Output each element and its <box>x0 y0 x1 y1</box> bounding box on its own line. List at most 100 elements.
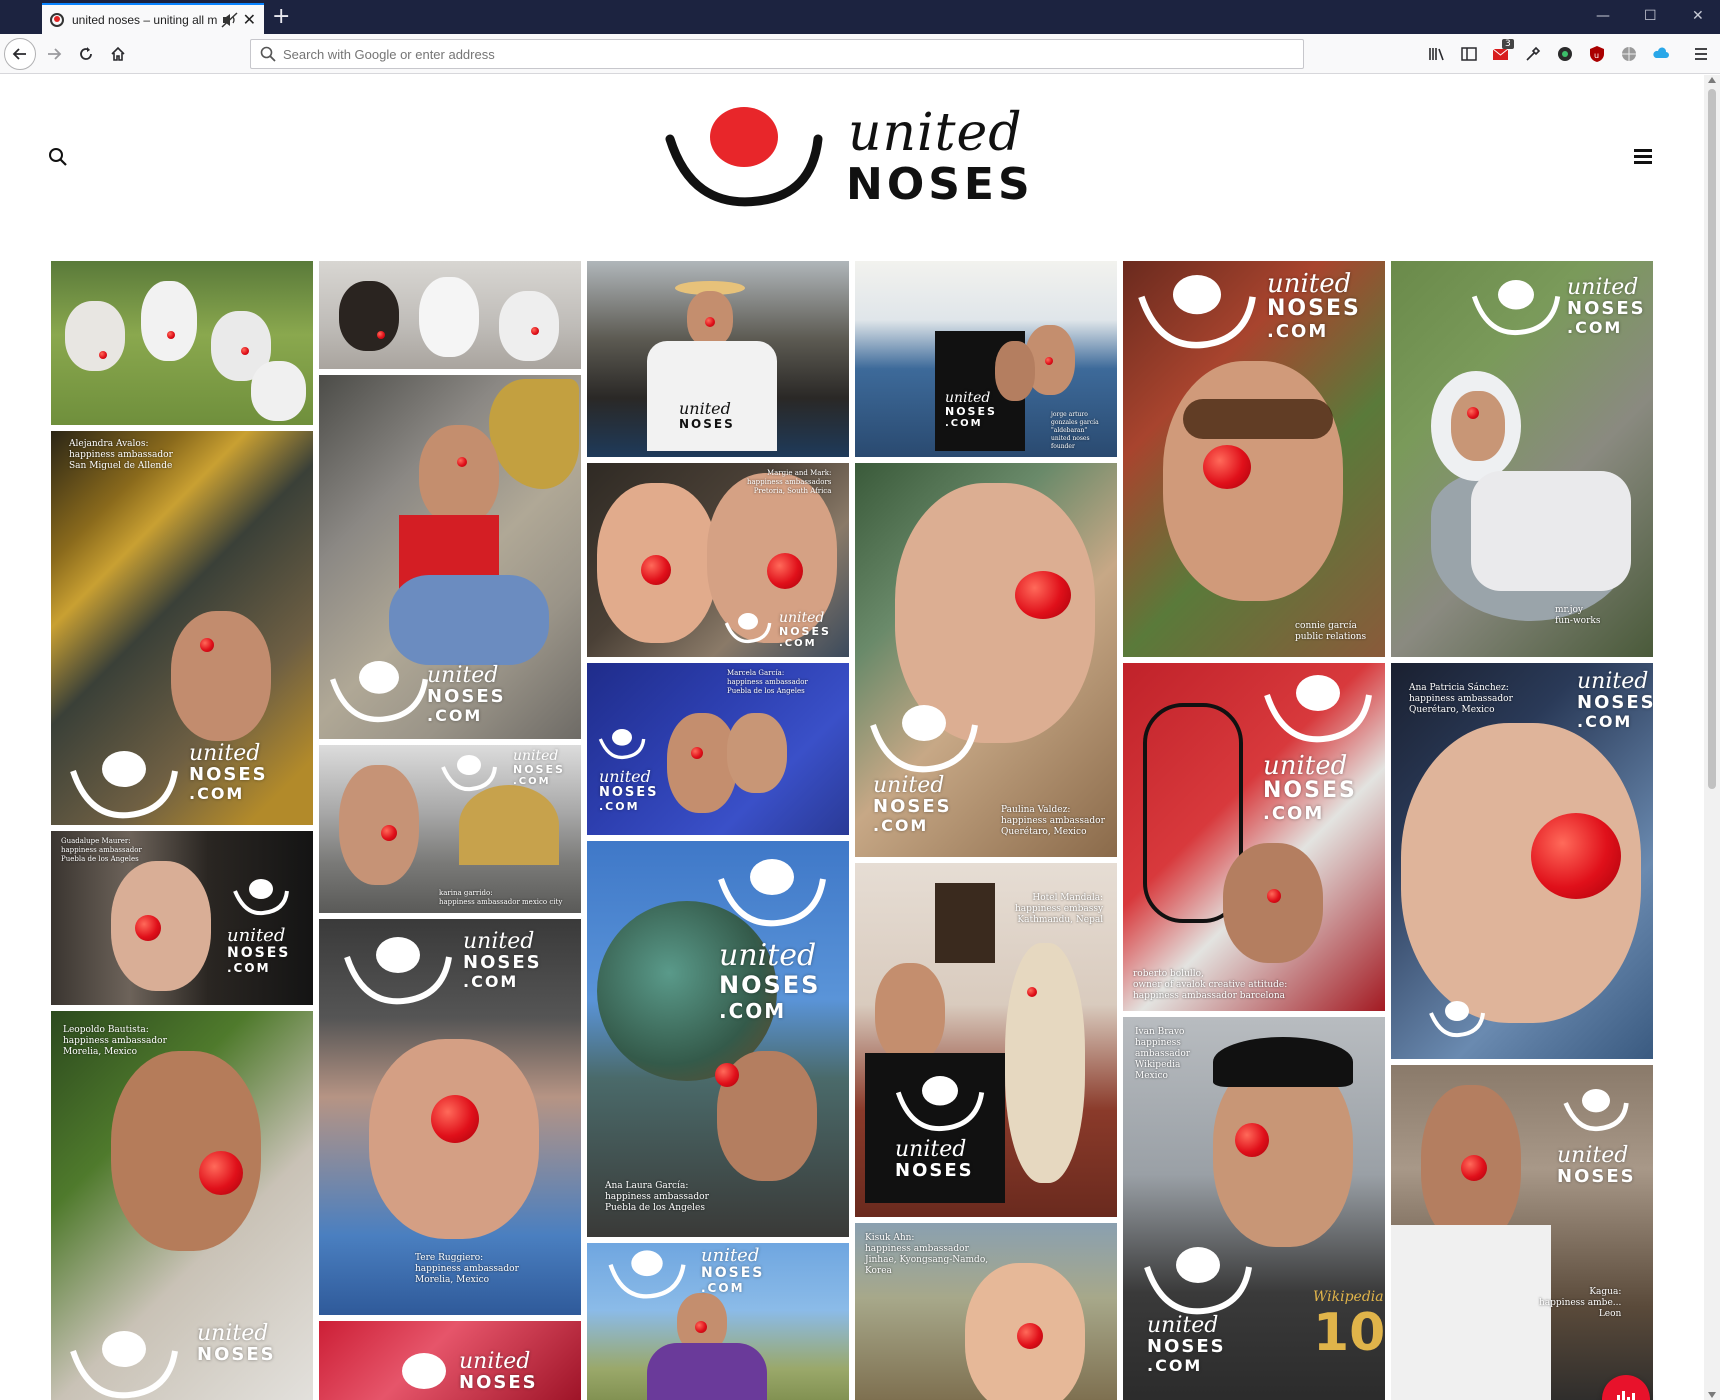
united-noses-watermark-icon <box>70 1331 178 1399</box>
web-page: united NOSES Alejandra Avalos: happiness… <box>0 75 1704 1400</box>
watermark-text: united NOSES <box>895 1137 974 1181</box>
library-icon[interactable] <box>1428 45 1446 63</box>
united-noses-watermark-icon <box>1563 1089 1629 1132</box>
photo-tile-ivan[interactable]: Ivan Bravo happiness ambassador Wikipedi… <box>1123 1017 1385 1400</box>
photo-tile-mrjoy[interactable]: mr.joy fun-works united NOSES .COM <box>1391 261 1653 657</box>
photo-tile-red[interactable]: united NOSES <box>319 1321 581 1400</box>
navigation-toolbar: 3 u <box>0 34 1720 74</box>
photo-tile-jorge[interactable]: united NOSES .COM jorge arturo gonzales … <box>855 261 1117 457</box>
caption-roberto: roberto bolullo, owner of avalok creativ… <box>1133 969 1288 1001</box>
new-tab-icon[interactable]: + <box>272 4 290 30</box>
caption-mrjoy: mr.joy fun-works <box>1555 605 1601 626</box>
photo-tile-tere[interactable]: Tere Ruggiero: happiness ambassador More… <box>319 919 581 1315</box>
scroll-down-icon[interactable] <box>1708 1392 1716 1398</box>
photo-tile-marcela[interactable]: Marcela García: happiness ambassador Pue… <box>587 663 849 835</box>
home-icon <box>111 46 125 61</box>
united-noses-watermark-icon <box>344 937 452 1005</box>
site-search-icon[interactable] <box>48 147 68 167</box>
photo-tile-kisuk[interactable]: Kisuk Ahn: happiness ambassador Jinhae, … <box>855 1223 1117 1400</box>
united-noses-watermark-icon <box>70 751 178 819</box>
red-nose-smile-logo-icon <box>665 107 823 207</box>
scroll-up-icon[interactable] <box>1708 77 1716 83</box>
eyedropper-icon[interactable] <box>1524 45 1542 63</box>
photo-tile-group[interactable] <box>51 261 313 425</box>
cloud-extension-icon[interactable] <box>1652 45 1670 63</box>
extension-badge-button[interactable]: 3 <box>1492 39 1514 63</box>
photo-tile-paulina[interactable]: Paulina Valdez: happiness ambassador Que… <box>855 463 1117 857</box>
forward-button[interactable] <box>38 38 70 70</box>
maximize-icon[interactable]: ☐ <box>1644 6 1657 26</box>
caption-guadalupe: Guadalupe Maurer: happiness ambassador P… <box>61 837 142 863</box>
photo-tile-alejandra[interactable]: Alejandra Avalos: happiness ambassador S… <box>51 431 313 825</box>
photo-tile-ana-laura[interactable]: Ana Laura García: happiness ambassador P… <box>587 841 849 1237</box>
browser-menu-icon[interactable] <box>1692 45 1710 63</box>
photo-tile-roberto[interactable]: roberto bolullo, owner of avalok creativ… <box>1123 663 1385 1011</box>
caption-ana-laura: Ana Laura García: happiness ambassador P… <box>605 1181 709 1213</box>
caption-hotel-mandala: Hotel Mandala: happiness embassy Kathman… <box>1015 893 1104 925</box>
watermark-text: united NOSES .COM <box>1567 275 1646 337</box>
extension-circle-icon[interactable] <box>1556 45 1574 63</box>
shirt-logo-text: united NOSES <box>679 399 735 432</box>
caption-karina: karina garrido: happiness ambassador mex… <box>439 889 563 906</box>
watermark-text: united NOSES .COM <box>873 773 952 835</box>
united-noses-watermark-icon <box>233 879 289 916</box>
mute-tab-icon[interactable] <box>221 11 239 28</box>
caption-paulina: Paulina Valdez: happiness ambassador Que… <box>1001 805 1105 837</box>
scroll-thumb[interactable] <box>1708 89 1716 789</box>
watermark-text: united NOSES .COM <box>1147 1313 1226 1375</box>
wikipedia-ten-text: 10 <box>1313 1303 1385 1363</box>
watermark-text: united NOSES <box>1557 1143 1636 1187</box>
caption-ana-patricia: Ana Patricia Sánchez: happiness ambassad… <box>1409 683 1513 715</box>
watermark-text: united NOSES .COM <box>719 938 821 1024</box>
photo-tile-karina[interactable]: karina garrido: happiness ambassador mex… <box>319 745 581 913</box>
united-noses-watermark-icon <box>441 755 497 792</box>
watermark-text: united NOSES .COM <box>513 748 565 787</box>
site-logo[interactable]: united NOSES <box>662 99 1042 210</box>
photo-tile-hiker[interactable]: united NOSES .COM <box>587 1243 849 1400</box>
united-noses-watermark-icon <box>1144 1247 1252 1315</box>
united-noses-watermark-icon <box>870 705 978 773</box>
home-button[interactable] <box>102 38 134 70</box>
united-noses-watermark-icon <box>724 613 772 644</box>
browser-tab[interactable]: united noses – uniting all m ✕ <box>42 3 264 34</box>
ublock-shield-icon[interactable]: u <box>1588 45 1606 63</box>
page-scrollbar[interactable] <box>1704 75 1720 1400</box>
address-bar[interactable] <box>250 39 1304 69</box>
back-button[interactable] <box>4 38 36 70</box>
equalizer-icon <box>1617 1391 1635 1400</box>
caption-alejandra: Alejandra Avalos: happiness ambassador S… <box>69 439 173 471</box>
watermark-text: united NOSES .COM <box>1577 669 1653 731</box>
hamburger-icon-bar <box>1634 149 1652 152</box>
caption-margie: Margie and Mark: happiness ambassadors P… <box>747 469 832 495</box>
photo-tile-guadalupe[interactable]: Guadalupe Maurer: happiness ambassador P… <box>51 831 313 1005</box>
browser-titlebar: united noses – uniting all m ✕ + — ☐ ✕ <box>0 0 1720 34</box>
site-menu-button[interactable] <box>1634 149 1652 165</box>
united-noses-watermark-icon <box>718 859 826 927</box>
back-arrow-icon <box>12 48 26 60</box>
hamburger-icon-bar <box>1634 161 1652 164</box>
window-close-icon[interactable]: ✕ <box>1692 6 1704 26</box>
search-icon <box>260 46 276 62</box>
watermark-text: united NOSES .COM <box>427 663 506 725</box>
url-input[interactable] <box>283 46 1303 62</box>
watermark-text: united NOSES .COM <box>701 1245 765 1296</box>
caption-tere: Tere Ruggiero: happiness ambassador More… <box>415 1253 519 1285</box>
sidebar-icon[interactable] <box>1460 45 1478 63</box>
globe-extension-icon[interactable] <box>1620 45 1638 63</box>
photo-tile-hotel-mandala[interactable]: Hotel Mandala: happiness embassy Kathman… <box>855 863 1117 1217</box>
photo-tile-ana-patricia[interactable]: Ana Patricia Sánchez: happiness ambassad… <box>1391 663 1653 1059</box>
watermark-text: united NOSES .COM <box>779 610 831 649</box>
reload-button[interactable] <box>70 38 102 70</box>
close-tab-icon[interactable]: ✕ <box>243 11 256 28</box>
photo-tile-gondolier[interactable]: united NOSES <box>587 261 849 457</box>
photo-tile-smiling-woman[interactable]: united NOSES .COM <box>319 375 581 739</box>
minimize-icon[interactable]: — <box>1596 6 1610 26</box>
photo-tile-connie[interactable]: connie garcía public relations united NO… <box>1123 261 1385 657</box>
photo-tile-workshop[interactable] <box>319 261 581 369</box>
reload-icon <box>80 47 92 60</box>
photo-tile-kagua[interactable]: Kagua: happiness ambe... Leon united NOS… <box>1391 1065 1653 1400</box>
photo-tile-leopoldo[interactable]: Leopoldo Bautista: happiness ambassador … <box>51 1011 313 1400</box>
watermark-text: united NOSES .COM <box>227 925 291 976</box>
united-noses-watermark-icon <box>1264 675 1372 743</box>
photo-tile-margie[interactable]: Margie and Mark: happiness ambassadors P… <box>587 463 849 657</box>
